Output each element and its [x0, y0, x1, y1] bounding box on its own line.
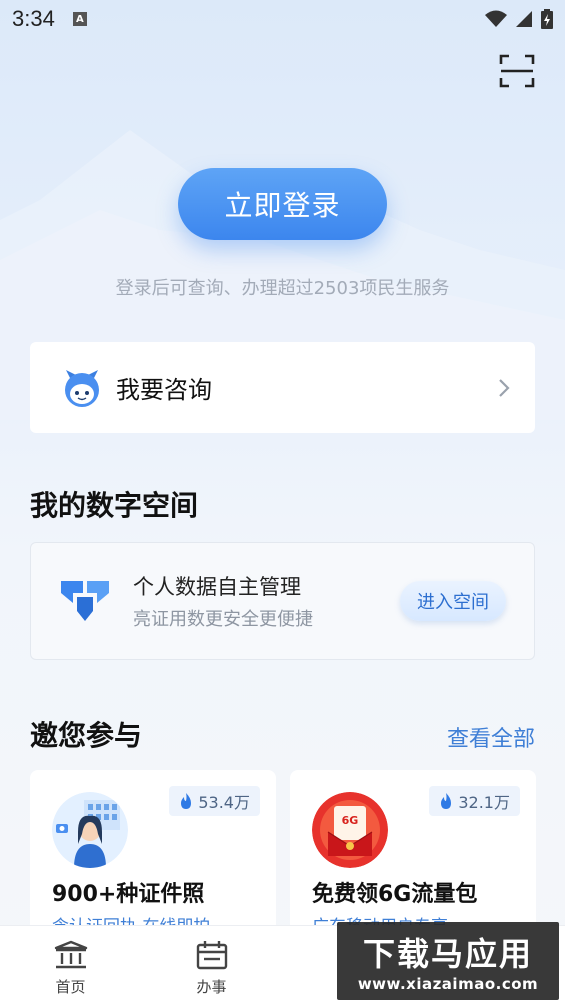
digital-space-card[interactable]: 个人数据自主管理 亮证用数更安全更便捷 进入空间	[30, 542, 535, 660]
digital-space-subtitle: 亮证用数更安全更便捷	[133, 609, 313, 630]
digital-space-logo-icon	[61, 581, 109, 621]
watermark-logo: 下载马应用 www.xiazaimao.com	[337, 922, 559, 1000]
participate-title: 邀您参与	[30, 719, 143, 752]
signal-icon	[516, 11, 532, 27]
consult-card[interactable]: 我要咨询	[30, 342, 535, 433]
participation-count-badge: 32.1万	[429, 786, 520, 816]
notification-icon: A	[72, 12, 87, 26]
wifi-icon	[485, 10, 507, 27]
enter-space-button[interactable]: 进入空间	[400, 581, 506, 621]
id-photo-illustration-icon	[52, 792, 128, 868]
svg-text:6G: 6G	[342, 814, 359, 827]
promo-card-data-package[interactable]: 6G 32.1万 免费领6G流量包 广东移动用户专享	[290, 770, 536, 945]
status-icons	[485, 9, 553, 29]
watermark-main-text: 下载马应用	[362, 935, 533, 973]
participation-count: 53.4万	[198, 793, 250, 812]
fire-icon	[181, 793, 192, 809]
login-button[interactable]: 立即登录	[178, 168, 387, 240]
scan-icon[interactable]	[499, 54, 535, 88]
participation-count-badge: 53.4万	[169, 786, 260, 816]
calendar-icon	[196, 941, 227, 970]
promo-title: 900+种证件照	[52, 882, 205, 907]
chevron-right-icon	[499, 378, 510, 397]
nav-label-services: 办事	[196, 978, 227, 996]
digital-space-text: 个人数据自主管理 亮证用数更安全更便捷	[133, 571, 313, 631]
promo-card-id-photo[interactable]: 53.4万 900+种证件照 含认证回执 在线即拍	[30, 770, 276, 945]
status-time: 3:34	[12, 6, 55, 31]
home-building-icon	[54, 940, 87, 969]
watermark-url: www.xiazaimao.com	[357, 975, 539, 993]
status-bar: 3:34 A	[0, 0, 565, 38]
nav-item-services[interactable]: 办事	[141, 926, 282, 1004]
nav-item-home[interactable]: 首页	[0, 926, 141, 1004]
consult-label: 我要咨询	[116, 376, 212, 404]
digital-space-heading: 个人数据自主管理	[133, 575, 301, 599]
battery-icon	[541, 9, 553, 29]
promo-title: 免费领6G流量包	[312, 882, 478, 907]
login-subtitle: 登录后可查询、办理超过2503项民生服务	[115, 278, 450, 299]
nav-label-home: 首页	[55, 978, 86, 996]
assistant-avatar-icon	[65, 369, 99, 407]
participation-count: 32.1万	[458, 793, 510, 812]
data-package-envelope-icon: 6G	[312, 792, 388, 868]
fire-icon	[441, 793, 452, 809]
digital-space-title: 我的数字空间	[30, 489, 199, 522]
view-all-link[interactable]: 查看全部	[447, 721, 535, 753]
